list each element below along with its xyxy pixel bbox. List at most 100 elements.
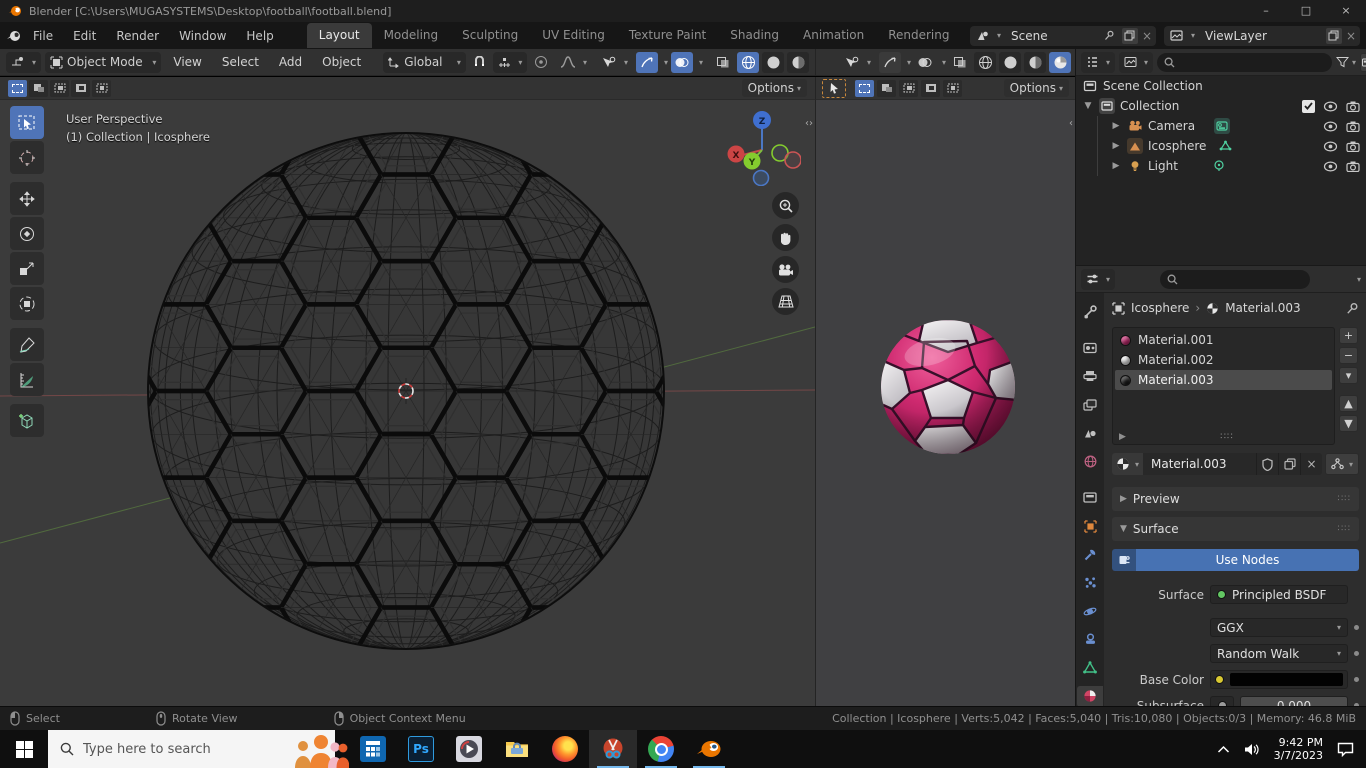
menu-help[interactable]: Help	[237, 26, 282, 46]
select-mode-subtract-2[interactable]	[899, 79, 918, 97]
maximize-button[interactable]: □	[1286, 0, 1326, 22]
outliner-row-scene-collection[interactable]: Scene Collection	[1076, 76, 1366, 96]
new-viewlayer-icon[interactable]	[1325, 27, 1342, 44]
pan-button[interactable]	[772, 224, 799, 251]
breadcrumb-object[interactable]: Icosphere	[1131, 301, 1189, 315]
collapse-icon[interactable]: ▼	[1082, 101, 1094, 111]
menu-view[interactable]: View	[165, 52, 209, 72]
tool-move[interactable]	[10, 182, 44, 215]
select-mode-extend[interactable]	[29, 79, 48, 97]
animate-dot[interactable]	[1354, 677, 1359, 682]
taskbar-media-player[interactable]	[445, 730, 493, 768]
close-button[interactable]: ×	[1326, 0, 1366, 22]
taskbar-blender[interactable]	[685, 730, 733, 768]
hide-viewport-eye-icon[interactable]	[1323, 160, 1338, 172]
tab-modeling[interactable]: Modeling	[372, 23, 451, 48]
taskbar-search[interactable]	[48, 730, 349, 768]
menu-render[interactable]: Render	[107, 26, 168, 46]
xray-toggle-2[interactable]	[949, 52, 971, 73]
menu-select[interactable]: Select	[214, 52, 267, 72]
surface-shader-button[interactable]: Principled BSDF	[1210, 585, 1348, 604]
tab-layout[interactable]: Layout	[306, 23, 372, 48]
menu-edit[interactable]: Edit	[64, 26, 105, 46]
hide-viewport-eye-icon[interactable]	[1323, 100, 1338, 112]
shading-material-button-2[interactable]	[1024, 51, 1046, 73]
taskbar-photoshop[interactable]: Ps	[397, 730, 445, 768]
tab-output[interactable]	[1077, 366, 1103, 387]
tab-texture-paint[interactable]: Texture Paint	[617, 23, 718, 48]
tab-tool[interactable]	[1077, 301, 1103, 322]
action-center-icon[interactable]	[1337, 742, 1354, 757]
navigation-gizmo[interactable]: Z X Y	[723, 108, 801, 186]
tab-view-layer[interactable]	[1077, 394, 1103, 415]
add-slot-button[interactable]: +	[1339, 327, 1358, 344]
taskbar-clock[interactable]: 9:42 PM 3/7/2023	[1274, 736, 1323, 762]
tab-constraints[interactable]	[1077, 629, 1103, 650]
select-mode-invert-2[interactable]	[921, 79, 940, 97]
disable-render-camera-icon[interactable]	[1346, 161, 1360, 172]
filter-dropdown[interactable]: ▾	[1336, 56, 1356, 68]
select-mode-intersect[interactable]	[92, 79, 111, 97]
menu-file[interactable]: File	[24, 26, 62, 46]
remove-slot-button[interactable]: −	[1339, 347, 1358, 364]
start-button[interactable]	[0, 730, 48, 768]
volume-icon[interactable]	[1244, 743, 1260, 756]
slot-specials-dropdown[interactable]: ▾	[1339, 367, 1358, 384]
viewport-options-dropdown[interactable]: Options ▾	[741, 79, 807, 97]
tool-add-cube[interactable]	[10, 404, 44, 437]
select-mode-extend-2[interactable]	[877, 79, 896, 97]
tab-render[interactable]	[1077, 337, 1103, 358]
tool-select-box[interactable]	[10, 106, 44, 139]
xray-toggle[interactable]	[712, 52, 734, 73]
select-mode-subtract[interactable]	[50, 79, 69, 97]
pin-id-icon[interactable]	[1346, 302, 1359, 315]
unlink-material-icon[interactable]: ×	[1300, 453, 1322, 475]
move-slot-up-button[interactable]: ▲	[1339, 395, 1358, 412]
select-mode-set-2[interactable]	[855, 79, 874, 97]
surface-panel-header[interactable]: ▼ Surface ∷∷	[1112, 517, 1359, 541]
tab-particles[interactable]	[1077, 572, 1103, 593]
disable-render-camera-icon[interactable]	[1346, 101, 1360, 112]
outliner-row-collection[interactable]: ▼ Collection	[1076, 96, 1366, 116]
tray-expand-icon[interactable]	[1217, 745, 1230, 754]
shading-solid-button-2[interactable]	[999, 51, 1021, 73]
material-slot-list[interactable]: Material.001 Material.002 Material.003 ▶…	[1112, 327, 1335, 445]
select-mode-set[interactable]	[8, 79, 27, 97]
tab-physics[interactable]	[1077, 601, 1103, 622]
shading-solid-button[interactable]	[762, 51, 784, 73]
expand-icon[interactable]: ▶	[1110, 161, 1122, 171]
material-slot-1[interactable]: Material.001	[1115, 330, 1332, 350]
snap-toggle[interactable]	[470, 52, 490, 73]
animate-dot[interactable]	[1354, 625, 1359, 630]
taskbar-chrome[interactable]	[637, 730, 685, 768]
outliner-search[interactable]	[1157, 52, 1333, 72]
overlays-toggle[interactable]	[670, 51, 693, 73]
tool-annotate[interactable]	[10, 328, 44, 361]
tab-animation[interactable]: Animation	[791, 23, 876, 48]
subsurface-method-dropdown[interactable]: Random Walk ▾	[1210, 644, 1348, 663]
fake-user-shield-icon[interactable]	[1256, 453, 1278, 475]
tab-world[interactable]	[1077, 451, 1103, 472]
mode-dropdown[interactable]: Object Mode ▾	[45, 51, 162, 73]
scene-selector[interactable]: ▾ Scene ×	[970, 25, 1156, 46]
slot-specials-icon[interactable]: ▶	[1119, 432, 1126, 442]
tool-scale[interactable]	[10, 252, 44, 285]
select-mode-intersect-2[interactable]	[943, 79, 962, 97]
outliner-row-light[interactable]: ▶ Light	[1098, 156, 1366, 176]
expand-icon[interactable]: ▶	[1110, 121, 1122, 131]
editor-type-button[interactable]: ▾	[6, 51, 42, 73]
taskbar-snipping-tool[interactable]	[589, 730, 637, 768]
select-mode-invert[interactable]	[71, 79, 90, 97]
shading-wireframe-button[interactable]	[737, 51, 759, 73]
new-collection-button[interactable]	[1360, 52, 1366, 72]
tab-shading[interactable]: Shading	[718, 23, 791, 48]
gizmo-x-neg[interactable]	[784, 151, 801, 169]
sidebar-toggle-icon[interactable]: ‹	[1069, 118, 1073, 129]
tab-material[interactable]	[1077, 685, 1103, 707]
outliner-row-camera[interactable]: ▶ Camera	[1098, 116, 1366, 136]
collection-checkbox[interactable]	[1302, 99, 1315, 113]
menu-add[interactable]: Add	[271, 52, 310, 72]
ortho-perspective-button[interactable]	[772, 288, 799, 315]
material-slot-2[interactable]: Material.002	[1115, 350, 1332, 370]
camera-view-button[interactable]	[772, 256, 799, 283]
